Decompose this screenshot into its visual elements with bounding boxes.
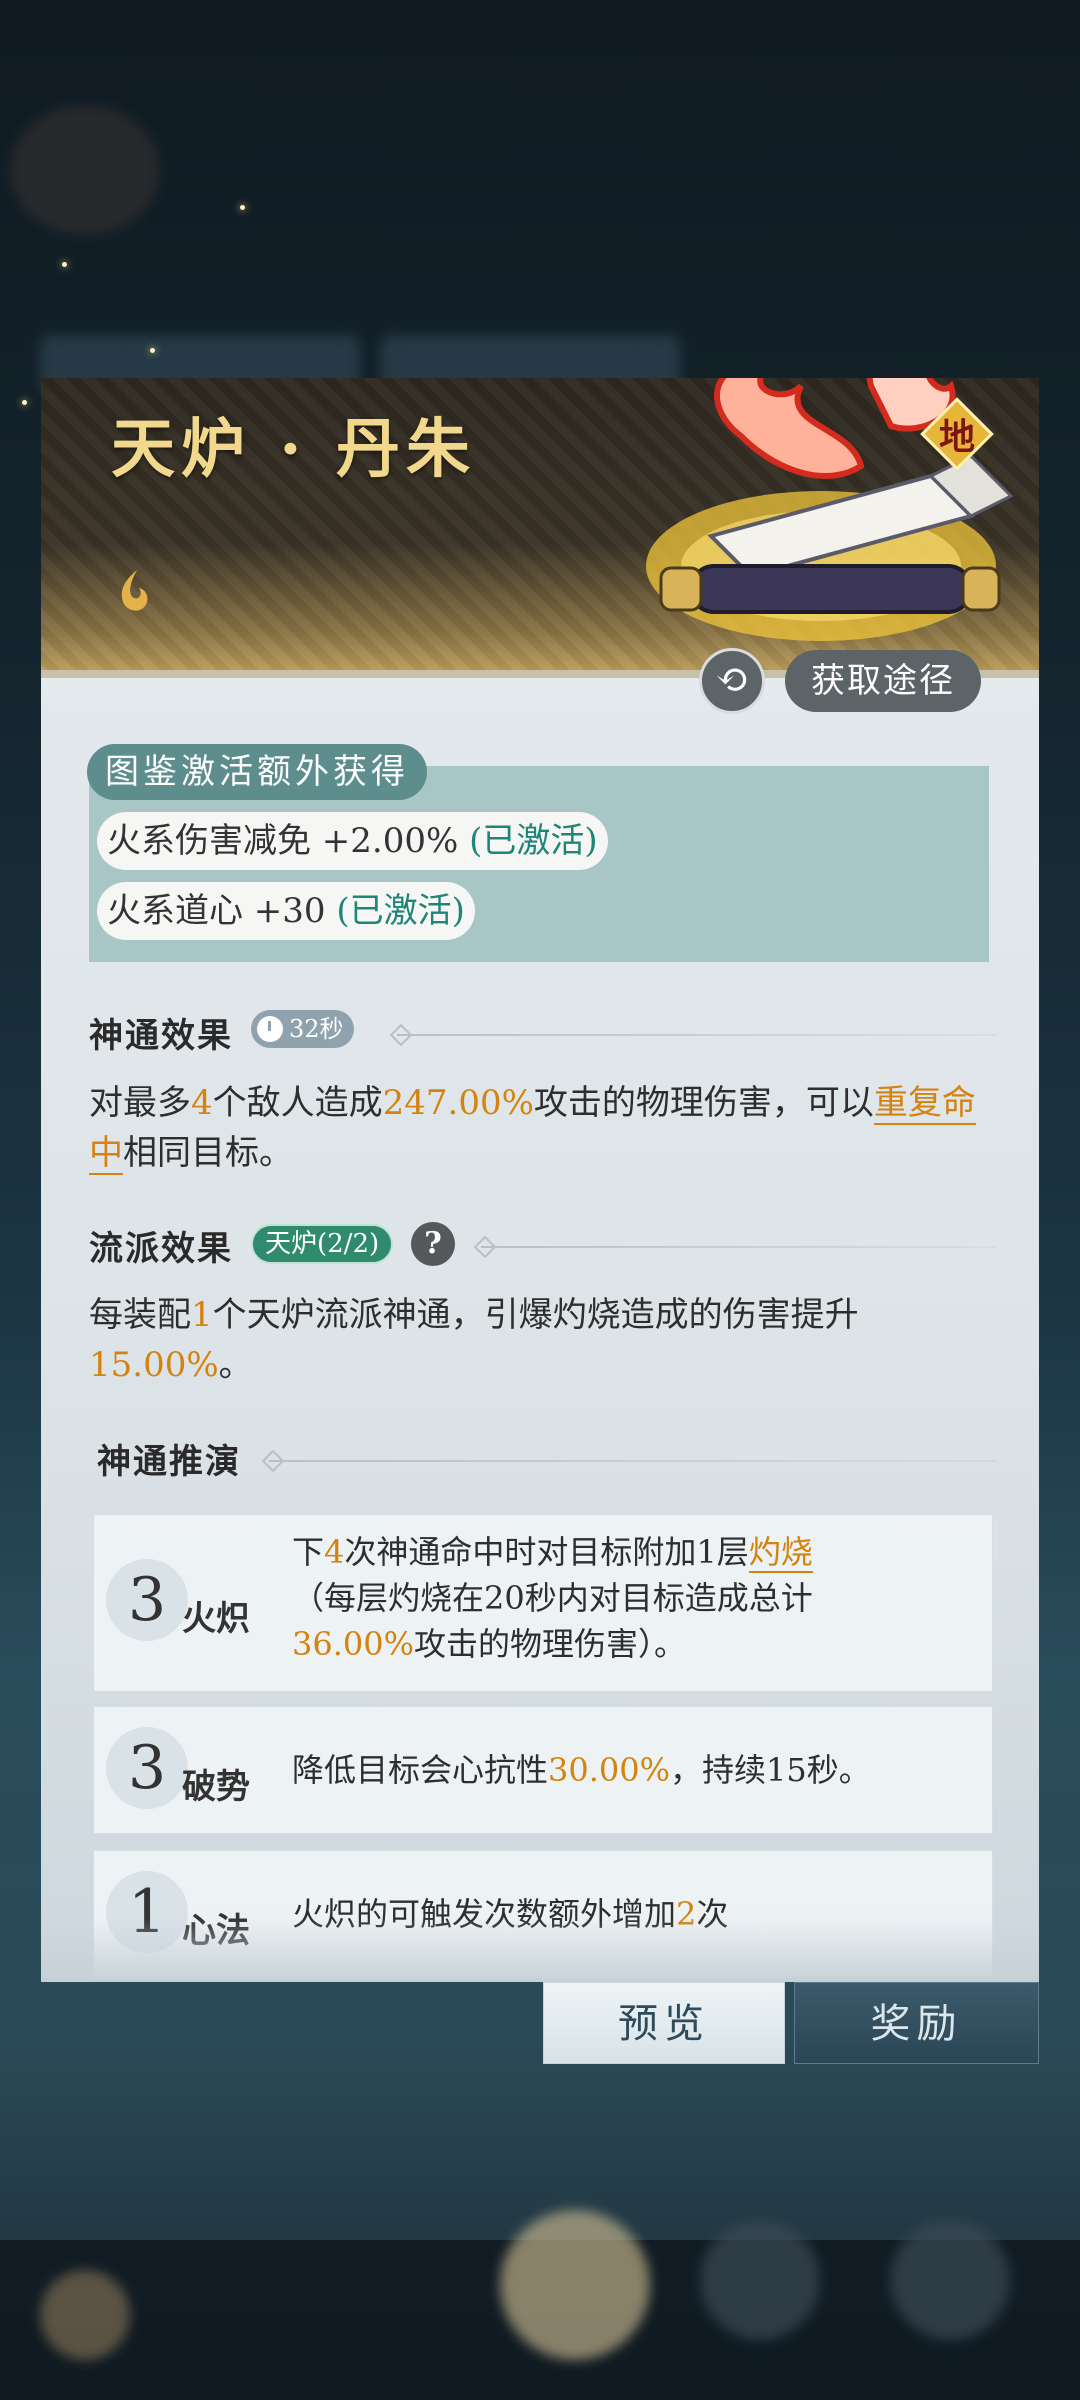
refresh-icon: ⟲ xyxy=(715,657,749,703)
help-icon[interactable]: ? xyxy=(411,1222,455,1266)
grade-label: 地 xyxy=(938,416,975,458)
flame-icon xyxy=(117,568,151,616)
sparkle xyxy=(150,348,155,353)
sparkle xyxy=(240,205,245,210)
school-badge: 天炉(2/2) xyxy=(251,1224,394,1264)
tab-preview[interactable]: 预览 xyxy=(543,1982,785,2064)
bonus-row: 火系伤害减免 +2.00% (已激活) xyxy=(97,812,608,870)
deduction-title: 神通推演 xyxy=(97,1442,241,1482)
section-divider xyxy=(481,1246,997,1248)
scroll-fade xyxy=(41,1918,1039,1982)
background-button xyxy=(890,2220,1010,2340)
skill-title: 天炉 · 丹朱 xyxy=(111,412,476,487)
background-button xyxy=(700,2220,820,2340)
bonus-status: (已激活) xyxy=(469,821,598,861)
deduction-item: 3 破势 降低目标会心抗性30.00%，持续15秒。 xyxy=(93,1706,993,1834)
background-avatar xyxy=(10,105,160,235)
bonus-status: (已激活) xyxy=(336,891,465,931)
bonus-row: 火系道心 +30 (已激活) xyxy=(97,882,475,940)
deduction-level: 3 xyxy=(128,1733,167,1803)
section-divider xyxy=(269,1460,997,1462)
effect-description: 对最多4个敌人造成247.00%攻击的物理伤害，可以重复命中相同目标。 xyxy=(89,1083,976,1175)
source-button[interactable]: 获取途径 xyxy=(785,650,981,712)
sparkle xyxy=(22,400,27,405)
deduction-level: 3 xyxy=(128,1565,167,1635)
collection-bonus-tag: 图鉴激活额外获得 xyxy=(87,744,427,800)
deduction-description: 降低目标会心抗性30.00%，持续15秒。 xyxy=(292,1751,871,1789)
effect-title: 神通效果 xyxy=(89,1016,233,1056)
school-description: 每装配1个天炉流派神通，引爆灼烧造成的伤害提升15.00%。 xyxy=(89,1295,859,1385)
clock-icon xyxy=(257,1015,283,1042)
sparkle xyxy=(62,262,67,267)
school-title: 流派效果 xyxy=(89,1229,233,1269)
deduction-name: 破势 xyxy=(182,1767,250,1807)
deduction-item: 3 火炽 下4次神通命中时对目标附加1层灼烧 （每层灼烧在20秒内对目标造成总计 3… xyxy=(93,1514,993,1692)
refresh-button[interactable]: ⟲ xyxy=(699,648,765,714)
deduction-description: 下4次神通命中时对目标附加1层灼烧 （每层灼烧在20秒内对目标造成总计 36.00%… xyxy=(292,1533,813,1663)
skill-detail-panel: 天炉 · 丹朱 地 ⟲ 获取途径 图鉴激活额外获得 火系伤害减免 +2.00% … xyxy=(41,378,1039,1982)
section-divider xyxy=(397,1034,997,1036)
background-medal xyxy=(500,2210,650,2360)
grade-badge: 地 xyxy=(920,397,994,471)
cooldown-badge: 32秒 xyxy=(251,1010,354,1048)
burn-link[interactable]: 灼烧 xyxy=(748,1533,813,1573)
tab-reward[interactable]: 奖励 xyxy=(794,1982,1039,2064)
background-back-button xyxy=(40,2270,130,2360)
deduction-name: 火炽 xyxy=(182,1599,250,1639)
